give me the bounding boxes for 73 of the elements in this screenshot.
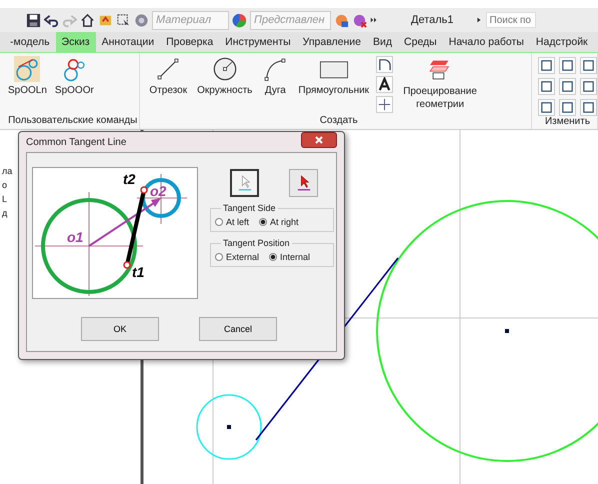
dialog-title: Common Tangent Line	[26, 136, 126, 148]
close-icon	[314, 135, 324, 145]
ribbon-tab[interactable]: Начало работы	[442, 32, 530, 52]
command-button[interactable]: Окружность	[194, 56, 256, 96]
color-wheel-icon[interactable]	[334, 12, 349, 28]
point-label: t2	[123, 172, 136, 186]
undo-icon[interactable]	[44, 12, 59, 28]
modify-tool-icon[interactable]	[559, 57, 576, 74]
ribbon-tab[interactable]: Среды	[398, 32, 443, 52]
spline-icon[interactable]	[376, 56, 394, 73]
overflow-icon[interactable]	[370, 16, 378, 24]
cursor-icon	[296, 175, 310, 191]
arc-icon	[262, 56, 288, 82]
select-icon[interactable]	[116, 12, 131, 28]
ribbon-tab[interactable]: Эскиз	[56, 32, 96, 52]
radio-option[interactable]: External	[215, 252, 260, 262]
panel-title: Создать	[318, 115, 359, 128]
ok-button[interactable]: OK	[81, 317, 159, 341]
cancel-button[interactable]: Cancel	[199, 317, 277, 341]
circle-icon	[212, 56, 238, 82]
browser-item[interactable]: ла	[2, 166, 12, 176]
close-button[interactable]	[301, 132, 337, 148]
pick-button[interactable]	[289, 169, 318, 197]
modify-tool-icon[interactable]	[580, 78, 597, 95]
cursor-icon	[238, 175, 252, 191]
panel-title: Изменить	[544, 116, 592, 129]
ribbon-tab[interactable]: Аннотации	[96, 32, 160, 52]
save-icon[interactable]	[26, 12, 41, 28]
panel-title: Пользовательские команды	[7, 115, 138, 128]
center-point	[505, 329, 509, 333]
expand-icon[interactable]	[474, 16, 483, 24]
center-label: o1	[67, 230, 84, 244]
color-wheel-icon	[232, 12, 247, 28]
ribbon-tab[interactable]: Инструменты	[219, 32, 297, 52]
ribbon-tab[interactable]: -модель	[4, 32, 56, 52]
modify-tool-icon[interactable]	[559, 99, 576, 116]
ribbon-tab[interactable]: Управление	[296, 32, 368, 52]
browser-item[interactable]: д	[2, 208, 12, 218]
ribbon-tab[interactable]: Надстройк	[530, 32, 594, 52]
pick-button[interactable]	[230, 169, 259, 197]
browser-item[interactable]: о	[2, 180, 12, 190]
line-icon	[155, 56, 182, 82]
radio-option[interactable]: At left	[215, 217, 250, 227]
text-icon[interactable]	[376, 76, 394, 93]
group-title: Tangent Position	[222, 238, 291, 248]
modify-tool-icon[interactable]	[580, 99, 597, 116]
command-button[interactable]: Дуга	[259, 56, 292, 96]
color-clear-icon[interactable]	[352, 12, 367, 28]
search-field[interactable]: Поиск по	[486, 12, 536, 28]
command-button[interactable]: SpOOOr	[52, 56, 96, 96]
radio-option[interactable]: At right	[259, 217, 299, 227]
circles-icon	[61, 56, 88, 82]
command-button[interactable]: Отрезок	[146, 56, 190, 96]
ribbon-tab[interactable]: Проверка	[160, 32, 220, 52]
modify-tool-icon[interactable]	[538, 78, 555, 95]
command-button[interactable]: SpOOLn	[6, 56, 49, 96]
small-circle	[196, 394, 262, 460]
radio-option[interactable]: Internal	[269, 252, 310, 262]
home-icon[interactable]	[80, 12, 95, 28]
modify-tool-icon[interactable]	[538, 99, 555, 116]
modify-tool-icon[interactable]	[559, 78, 576, 95]
center-point	[227, 425, 231, 429]
modify-tool-icon[interactable]	[538, 57, 555, 74]
modify-tool-icon[interactable]	[580, 57, 597, 74]
point-icon[interactable]	[376, 96, 394, 113]
tangent-circles-icon	[14, 56, 40, 82]
browser-item[interactable]: L	[2, 194, 12, 204]
group-title: Tangent Side	[222, 203, 277, 213]
command-button[interactable]: Проецирование геометрии	[397, 56, 484, 111]
point-label: t1	[132, 265, 144, 279]
document-title: Деталь1	[411, 14, 454, 26]
command-button[interactable]: Прямоугольник	[295, 56, 372, 96]
ribbon-tab[interactable]: Вид	[367, 32, 398, 52]
